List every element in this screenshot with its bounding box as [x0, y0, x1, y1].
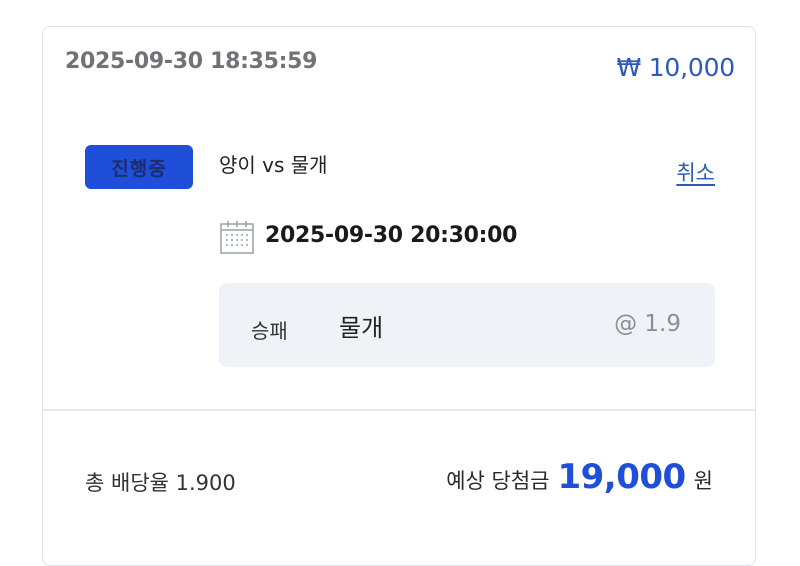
cancel-button[interactable]: 취소 — [676, 157, 715, 187]
match-name: 양이 vs 물개 — [219, 153, 328, 177]
match-start-time: 2025-09-30 20:30:00 — [265, 223, 518, 248]
market-label: 승패 — [251, 319, 288, 343]
pick-odds: @ 1.9 — [614, 311, 681, 337]
pick-selection: 물개 — [339, 314, 384, 342]
total-odds: 총 배당율 1.900 — [85, 471, 236, 495]
status-badge: 진행중 — [85, 145, 193, 189]
bet-stake-amount: ₩ 10,000 — [616, 53, 735, 82]
pick-box: 승패 물개 @ 1.9 — [219, 283, 715, 367]
bet-card: 2025-09-30 18:35:59 ₩ 10,000 진행중 양이 vs 물… — [42, 26, 756, 566]
divider — [43, 409, 755, 411]
bet-placed-time: 2025-09-30 18:35:59 — [65, 49, 318, 74]
expected-winnings: 예상 당첨금 19,000 원 — [446, 457, 713, 497]
expected-winnings-label: 예상 당첨금 — [446, 469, 550, 493]
calendar-icon — [220, 221, 254, 254]
expected-winnings-unit: 원 — [693, 469, 713, 493]
expected-winnings-amount: 19,000 — [557, 457, 686, 497]
